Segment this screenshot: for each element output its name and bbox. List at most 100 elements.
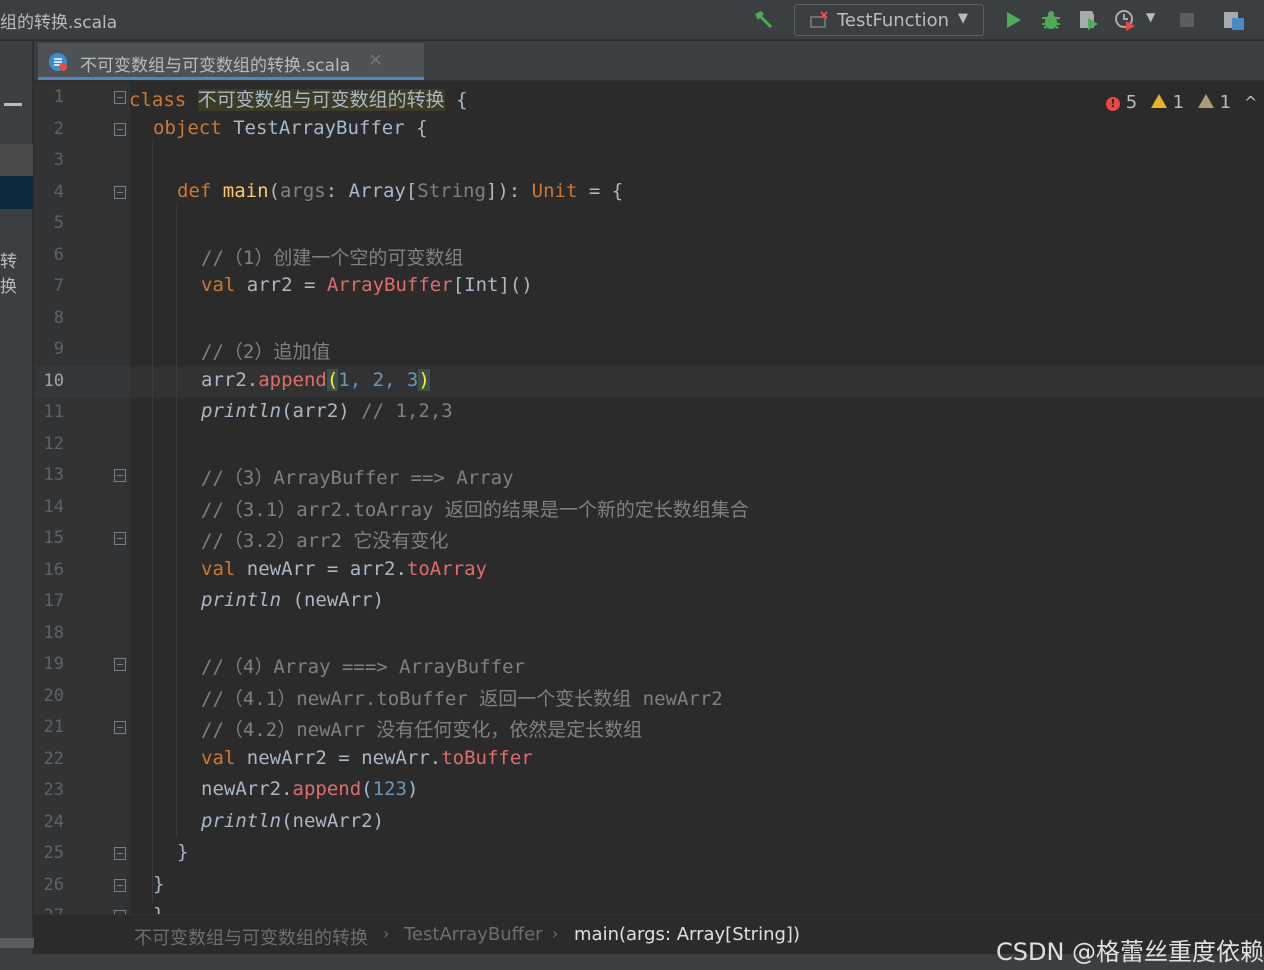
project-tree-row[interactable] bbox=[0, 144, 33, 176]
code-line: 20 //（4.1）newArr.toBuffer 返回一个变长数组 newAr… bbox=[34, 681, 1264, 713]
method-call: toBuffer bbox=[441, 747, 533, 769]
object-name: TestArrayBuffer { bbox=[221, 117, 428, 139]
code-token: newArr2. bbox=[201, 778, 293, 800]
code-editor[interactable]: 1 class 不可变数组与可变数组的转换 { 2 object TestArr… bbox=[34, 82, 1264, 914]
build-hammer-icon[interactable] bbox=[752, 8, 776, 32]
method-println: println bbox=[201, 589, 282, 611]
code-line: 24 println(newArr2) bbox=[34, 807, 1264, 839]
nav-file-title[interactable]: 组的转换.scala bbox=[0, 8, 117, 33]
comment: //（4.2）newArr 没有任何变化，依然是定长数组 bbox=[201, 719, 643, 741]
type-name: String bbox=[417, 180, 486, 202]
run-configuration-selector[interactable]: TestFunction ▼ bbox=[794, 4, 984, 36]
keyword-val: val bbox=[201, 558, 236, 580]
line-number: 10 bbox=[43, 371, 64, 391]
comment: // 1,2,3 bbox=[361, 400, 453, 422]
weak-warning-count: 1 bbox=[1219, 92, 1232, 113]
method-name: main bbox=[211, 180, 269, 202]
profiler-icon[interactable] bbox=[1114, 8, 1138, 32]
line-number: 24 bbox=[43, 812, 64, 832]
class-name: 不可变数组与可变数组的转换 bbox=[197, 89, 445, 111]
method-println: println bbox=[201, 400, 282, 422]
project-structure-icon[interactable] bbox=[1222, 8, 1246, 32]
code-token: [Int]() bbox=[452, 274, 533, 296]
code-line: 16 val newArr = arr2.toArray bbox=[34, 555, 1264, 587]
line-number: 8 bbox=[53, 308, 64, 328]
editor-tab[interactable]: 不可变数组与可变数组的转换.scala × bbox=[38, 43, 424, 80]
line-number: 17 bbox=[43, 591, 64, 611]
code-token: ( bbox=[268, 180, 280, 202]
run-config-label: TestFunction bbox=[837, 10, 950, 31]
keyword-def: def bbox=[177, 180, 212, 202]
tab-label: 不可变数组与可变数组的转换.scala bbox=[80, 56, 351, 76]
line-number: 22 bbox=[43, 749, 64, 769]
code-line: 9 //（2）追加值 bbox=[34, 334, 1264, 366]
code-line: 23 newArr2.append(123) bbox=[34, 775, 1264, 807]
code-line: 3 bbox=[34, 145, 1264, 177]
keyword-val: val bbox=[201, 274, 236, 296]
left-tool-window-strip: 转换 bbox=[0, 41, 33, 970]
class-ref: ArrayBuffer bbox=[326, 274, 453, 296]
editor-tab-bar: 不可变数组与可变数组的转换.scala × bbox=[34, 41, 1264, 81]
code-line: 26 } bbox=[34, 870, 1264, 902]
scala-file-icon bbox=[48, 52, 68, 72]
breadcrumb-item[interactable]: 不可变数组与可变数组的转换 bbox=[134, 924, 368, 950]
fold-end-marker-icon[interactable] bbox=[114, 721, 126, 734]
breadcrumb-item[interactable]: main(args: Array[String]) bbox=[574, 924, 800, 945]
code-line: 11 println(arr2) // 1,2,3 bbox=[34, 397, 1264, 429]
line-number: 26 bbox=[43, 875, 64, 895]
code-token: ]): bbox=[485, 180, 532, 202]
debug-bug-icon[interactable] bbox=[1039, 8, 1063, 32]
warning-icon bbox=[1150, 94, 1167, 108]
navigation-bar: 组的转换.scala TestFunction ▼ ▼ bbox=[0, 0, 1264, 40]
chevron-up-icon[interactable]: ^ bbox=[1244, 93, 1257, 112]
code-token: : Array[ bbox=[325, 180, 418, 202]
code-line: 21 //（4.2）newArr 没有任何变化，依然是定长数组 bbox=[34, 712, 1264, 744]
number-literal: 123 bbox=[372, 778, 407, 800]
project-tree-selected-row[interactable] bbox=[0, 176, 33, 209]
close-icon[interactable]: × bbox=[368, 49, 383, 70]
run-with-coverage-icon[interactable] bbox=[1077, 8, 1101, 32]
code-line: 5 bbox=[34, 208, 1264, 240]
comment: //（2）追加值 bbox=[201, 341, 331, 363]
code-line: 6 //（1）创建一个空的可变数组 bbox=[34, 240, 1264, 272]
comment: //（3.1）arr2.toArray 返回的结果是一个新的定长数组集合 bbox=[201, 499, 749, 521]
type-unit: Unit bbox=[531, 180, 578, 202]
keyword-val: val bbox=[201, 747, 236, 769]
matched-paren: ) bbox=[418, 369, 430, 391]
inspection-widget[interactable]: ! 5 1 1 bbox=[1106, 92, 1239, 114]
fold-marker-icon[interactable] bbox=[114, 186, 126, 199]
chevron-down-icon[interactable]: ▼ bbox=[1146, 10, 1170, 34]
line-number: 16 bbox=[43, 560, 64, 580]
fold-end-marker-icon[interactable] bbox=[114, 879, 126, 892]
line-number: 18 bbox=[43, 623, 64, 643]
number-literal: 1, 2, 3 bbox=[338, 369, 419, 391]
horizontal-scrollbar[interactable] bbox=[0, 938, 34, 948]
code-token: (newArr2) bbox=[281, 810, 385, 832]
error-count: 5 bbox=[1125, 92, 1138, 113]
line-number: 5 bbox=[53, 213, 64, 233]
stop-icon[interactable] bbox=[1175, 8, 1199, 32]
collapse-icon[interactable] bbox=[4, 103, 22, 106]
method-println: println bbox=[201, 810, 282, 832]
code-line: 22 val newArr2 = newArr.toBuffer bbox=[34, 744, 1264, 776]
code-line: 17 println (newArr) bbox=[34, 586, 1264, 618]
watermark: CSDN @格蕾丝重度依赖 bbox=[996, 938, 1264, 966]
fold-marker-icon[interactable] bbox=[114, 658, 126, 671]
matched-paren: ( bbox=[326, 369, 339, 391]
weak-warning-icon bbox=[1197, 94, 1214, 108]
fold-marker-icon[interactable] bbox=[114, 123, 126, 136]
fold-end-marker-icon[interactable] bbox=[114, 847, 126, 860]
closing-brace: } bbox=[177, 841, 189, 863]
project-tree-partial-label[interactable]: 转换 bbox=[0, 247, 32, 297]
fold-end-marker-icon[interactable] bbox=[114, 532, 126, 545]
line-number: 21 bbox=[43, 717, 64, 737]
method-call: append bbox=[292, 778, 362, 800]
line-number: 7 bbox=[53, 276, 64, 296]
breadcrumb-item[interactable]: TestArrayBuffer bbox=[404, 924, 543, 945]
fold-marker-icon[interactable] bbox=[114, 469, 126, 482]
breadcrumb-separator: › bbox=[552, 924, 559, 943]
code-line: 18 bbox=[34, 618, 1264, 650]
run-icon[interactable] bbox=[1001, 8, 1025, 32]
comment: //（4.1）newArr.toBuffer 返回一个变长数组 newArr2 bbox=[201, 688, 723, 710]
fold-marker-icon[interactable] bbox=[114, 91, 126, 104]
